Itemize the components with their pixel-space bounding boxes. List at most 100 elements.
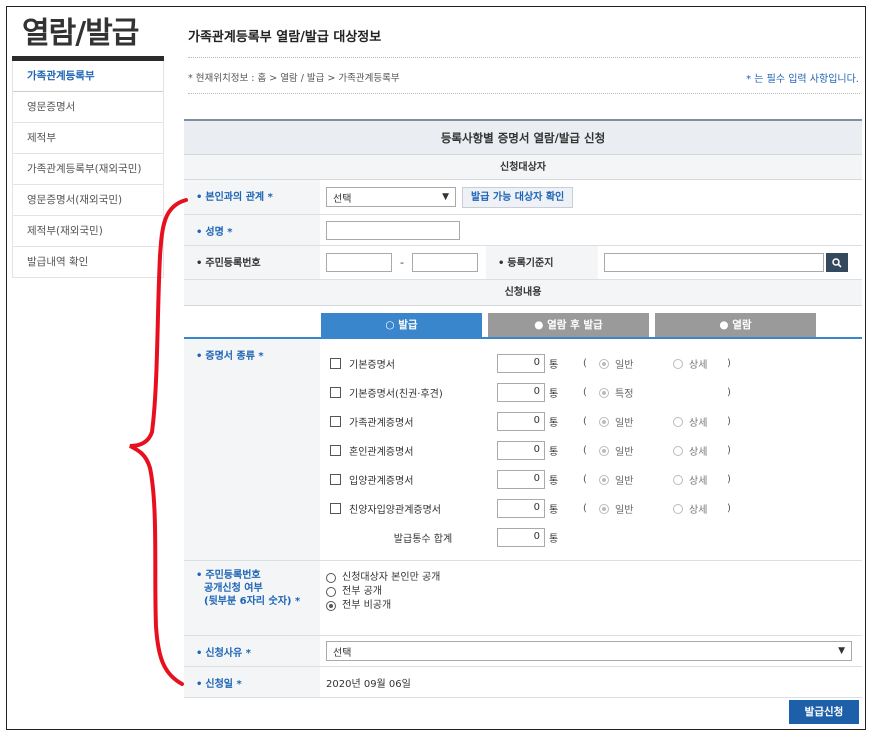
name-row: • 성명 *	[184, 215, 862, 246]
submit-button[interactable]: 발급신청	[789, 700, 859, 724]
chevron-down-icon: ▼	[838, 646, 845, 656]
relation-select[interactable]: 선택 ▼	[326, 187, 456, 207]
paren-close: )	[727, 503, 731, 514]
cert-option-general[interactable]: 일반	[599, 443, 673, 458]
sidebar-item-english-cert[interactable]: 영문증명서	[13, 92, 163, 123]
cert-item: 가족관계증명서 0 통 (일반 상세)	[330, 407, 856, 436]
cert-checkbox[interactable]	[330, 445, 341, 456]
cert-unit: 통	[549, 505, 559, 516]
cert-checkbox[interactable]	[330, 387, 341, 398]
disclose-option-all[interactable]: 전부 공개	[326, 585, 440, 599]
rrn-row: • 주민등록번호 - • 등록기준지	[184, 246, 862, 280]
cert-row: • 증명서 종류 * 기본증명서 0 통(일반 상세) 기본증명서(친권·후견) 0 통(특정…	[184, 339, 862, 561]
cert-name: 혼인관계증명서	[349, 447, 414, 458]
cert-option-detail[interactable]: 상세	[673, 356, 727, 371]
paren-open: (	[583, 387, 587, 398]
cert-qty-input[interactable]: 0	[497, 383, 545, 402]
total-unit: 통	[549, 534, 559, 545]
search-icon[interactable]	[826, 253, 848, 272]
cert-unit: 통	[549, 360, 559, 371]
cert-option-detail[interactable]: 상세	[673, 443, 727, 458]
divider	[188, 93, 860, 94]
disclose-row: • 주민등록번호 공개신청 여부 (뒷부분 6자리 숫자) * 신청대상자 본인만…	[184, 561, 862, 636]
cert-checkbox[interactable]	[330, 358, 341, 369]
paren-close: )	[727, 445, 731, 456]
chevron-down-icon: ▼	[442, 192, 449, 202]
date-row: • 신청일 * 2020년 09월 06일	[184, 667, 862, 698]
cert-checkbox[interactable]	[330, 474, 341, 485]
cert-option-general[interactable]: 일반	[599, 356, 673, 371]
tab-view[interactable]: ● 열람	[655, 313, 816, 337]
tab-issue[interactable]: ○ 발급	[321, 313, 482, 337]
red-brace-annotation	[129, 198, 188, 686]
rrn-dash: -	[400, 256, 404, 269]
rrn-front-input[interactable]	[326, 253, 392, 272]
relation-label: • 본인과의 관계 *	[184, 180, 320, 214]
cert-name: 기본증명서	[349, 360, 395, 371]
paren-close: )	[727, 358, 731, 369]
cert-qty-input[interactable]: 0	[497, 412, 545, 431]
application-form: 등록사항별 증명서 열람/발급 신청 신청대상자 • 본인과의 관계 * 선택 ▼ …	[184, 119, 862, 698]
cert-label: • 증명서 종류 *	[184, 339, 320, 560]
cert-name: 가족관계증명서	[349, 418, 414, 429]
base-label: • 등록기준지	[486, 246, 598, 279]
cert-item: 기본증명서 0 통 (일반 상세)	[330, 349, 856, 378]
cert-option-detail[interactable]: 상세	[673, 472, 727, 487]
cert-unit: 통	[549, 476, 559, 487]
cert-unit: 통	[549, 418, 559, 429]
date-label: • 신청일 *	[184, 667, 320, 697]
section-content-heading: 신청내용	[184, 280, 862, 306]
cert-name: 친양자입양관계증명서	[349, 505, 441, 516]
cert-qty-input[interactable]: 0	[497, 441, 545, 460]
cert-option-detail[interactable]: 상세	[673, 501, 727, 516]
cert-option-general[interactable]: 일반	[599, 501, 673, 516]
cert-unit: 통	[549, 389, 559, 400]
cert-name: 기본증명서(친권·후견)	[349, 389, 443, 400]
tab-bar: ○ 발급 ● 열람 후 발급 ● 열람	[184, 306, 862, 339]
cert-option-detail[interactable]: 상세	[673, 414, 727, 429]
cert-unit: 통	[549, 447, 559, 458]
check-eligible-button[interactable]: 발급 가능 대상자 확인	[462, 186, 574, 208]
divider	[188, 57, 860, 58]
paren-open: (	[583, 474, 587, 485]
disclose-label: • 주민등록번호 공개신청 여부 (뒷부분 6자리 숫자) *	[184, 561, 320, 635]
cert-name: 입양관계증명서	[349, 476, 414, 487]
cert-qty-input[interactable]: 0	[497, 499, 545, 518]
cert-option-general[interactable]: 특정	[599, 385, 673, 400]
tab-view-then-issue[interactable]: ● 열람 후 발급	[488, 313, 649, 337]
paren-close: )	[727, 387, 731, 398]
cert-qty-input[interactable]: 0	[497, 470, 545, 489]
required-note: * 는 필수 입력 사항입니다.	[746, 74, 859, 85]
cert-checkbox[interactable]	[330, 416, 341, 427]
form-title: 등록사항별 증명서 열람/발급 신청	[184, 121, 862, 155]
paren-open: (	[583, 416, 587, 427]
page-title: 가족관계등록부 열람/발급 대상정보	[188, 30, 382, 45]
section-target-heading: 신청대상자	[184, 155, 862, 180]
total-qty: 0	[497, 528, 545, 547]
cert-item: 친양자입양관계증명서 0 통 ( 일반 상세)	[330, 494, 856, 523]
paren-open: (	[583, 503, 587, 514]
paren-open: (	[583, 445, 587, 456]
disclose-option-self[interactable]: 신청대상자 본인만 공개	[326, 571, 440, 585]
reason-label: • 신청사유 *	[184, 636, 320, 666]
cert-option-general[interactable]: 일반	[599, 414, 673, 429]
reason-select[interactable]: 선택 ▼	[326, 641, 852, 661]
relation-row: • 본인과의 관계 * 선택 ▼ 발급 가능 대상자 확인	[184, 180, 862, 215]
paren-close: )	[727, 474, 731, 485]
rrn-label: • 주민등록번호	[184, 246, 320, 279]
cert-option-general[interactable]: 일반	[599, 472, 673, 487]
rrn-back-input[interactable]	[411, 253, 478, 272]
cert-item: 혼인관계증명서 0 통 ( 일반 상세)	[330, 436, 856, 465]
total-row: 발급통수 합계 0 통	[330, 523, 856, 552]
name-input[interactable]	[326, 220, 460, 240]
sidebar-item-family-register-overseas[interactable]: 가족관계등록부(재외국민)	[13, 154, 163, 185]
base-address-input[interactable]	[604, 253, 824, 272]
disclose-option-none[interactable]: 전부 비공개	[326, 599, 440, 613]
sidebar-item-removal-register[interactable]: 제적부	[13, 123, 163, 154]
name-label: • 성명 *	[184, 215, 320, 245]
cert-qty-input[interactable]: 0	[497, 354, 545, 373]
brand-title: 열람/발급	[22, 16, 139, 51]
sidebar-item-family-register[interactable]: 가족관계등록부	[13, 61, 163, 92]
total-label: 발급통수 합계	[393, 534, 453, 545]
cert-checkbox[interactable]	[330, 503, 341, 514]
